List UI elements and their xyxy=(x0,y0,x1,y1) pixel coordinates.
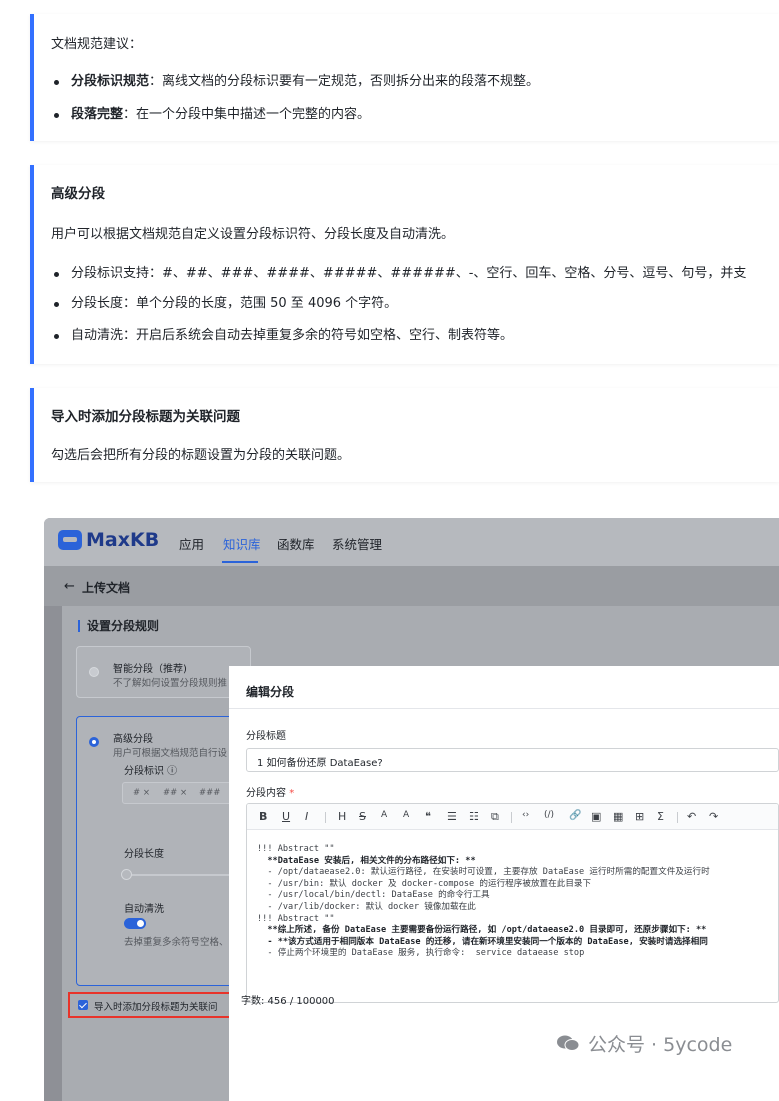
tip-list-item: 分段长度：单个分段的长度，范围 50 至 4096 个字符。 xyxy=(51,295,397,313)
seg-len-slider-handle[interactable] xyxy=(121,869,132,880)
undo-icon[interactable]: ↶ xyxy=(687,810,696,823)
content-line: - /usr/local/bin/dectl: DataEase 的命令行工具 xyxy=(257,890,490,901)
radio-on[interactable] xyxy=(89,737,99,747)
option-sub: 不了解如何设置分段规则推 xyxy=(113,678,228,689)
content-line: - 停止两个环境里的 DataEase 服务, 执行命令: service da… xyxy=(257,948,585,959)
subscript-icon[interactable]: A xyxy=(403,810,409,820)
heading-icon[interactable]: H xyxy=(338,810,346,823)
table-icon[interactable]: ▦ xyxy=(613,810,623,823)
import-title-checkbox[interactable] xyxy=(78,1000,88,1010)
option-title: 智能分段（推荐) xyxy=(113,664,187,675)
top-nav-bar: MaxKB 应用 知识库 函数库 系统管理 xyxy=(44,518,779,566)
content-line: - **该方式适用于相同版本 DataEase 的迁移, 请在新环境里安装同一个… xyxy=(257,936,708,947)
checkbox-label[interactable]: 导入时添加分段标题为关联问 xyxy=(94,999,218,1013)
image-icon[interactable]: ▣ xyxy=(591,810,601,823)
dialog-title: 编辑分段 xyxy=(246,685,295,699)
seg-len-label: 分段长度 xyxy=(124,849,164,860)
brand-name: MaxKB xyxy=(86,529,160,551)
spec-suggestion-tip: 文档规范建议： 分段标识规范：离线文档的分段标识要有一定规范，否则拆分出来的段落… xyxy=(30,14,779,141)
quote-icon[interactable]: ❝ xyxy=(425,810,431,823)
copy-block-icon[interactable]: ⧉ xyxy=(491,810,499,824)
tip-list-item: 段落完整：在一个分段中集中描述一个完整的内容。 xyxy=(51,106,370,124)
advanced-segment-tip: 高级分段 用户可以根据文档规范自定义设置分段标识符、分段长度及自动清洗。 分段标… xyxy=(30,165,779,364)
option-sub: 用户可根据文档规范自行设 xyxy=(113,748,228,759)
segment-title-input[interactable]: 1 如何备份还原 DataEase? xyxy=(246,748,779,772)
import-title-tip: 导入时添加分段标题为关联问题 勾选后会把所有分段的标题设置为分段的关联问题。 xyxy=(30,388,779,482)
content-line: !!! Abstract "" xyxy=(257,844,335,854)
tag-chip[interactable]: ## × xyxy=(163,788,187,798)
item-bold: 段落完整 xyxy=(71,107,124,122)
auto-clean-label: 自动清洗 xyxy=(124,904,164,915)
wechat-icon xyxy=(557,1035,580,1051)
superscript-icon[interactable]: A xyxy=(381,810,387,820)
content-line: - /usr/bin: 默认 docker 及 docker-compose 的… xyxy=(257,878,592,889)
tag-chip[interactable]: # × xyxy=(133,788,150,798)
item-text: ：离线文档的分段标识要有一定规范，否则拆分出来的段落不规整。 xyxy=(149,74,540,89)
code-icon[interactable]: ‹› xyxy=(522,810,529,820)
title-input-value: 1 如何备份还原 DataEase? xyxy=(257,758,383,769)
import-title-checkbox-highlight: 导入时添加分段标题为关联问 xyxy=(68,992,232,1018)
unordered-list-icon[interactable]: ☰ xyxy=(447,810,457,823)
app-screenshot: MaxKB 应用 知识库 函数库 系统管理 ← 上传文档 设置分段规则 智能分段… xyxy=(44,518,779,1101)
watermark-text: 公众号 · 5ycode xyxy=(588,1034,733,1056)
diagram-icon[interactable]: ⊞ xyxy=(635,810,644,823)
content-line: - /var/lib/docker: 默认 docker 镜像加载在此 xyxy=(257,901,476,912)
ordered-list-icon[interactable]: ☷ xyxy=(469,810,479,823)
tip-heading: 导入时添加分段标题为关联问题 xyxy=(51,409,240,425)
radio-off[interactable] xyxy=(89,667,99,677)
content-line: !!! Abstract "" xyxy=(257,913,335,924)
nav-item-functions[interactable]: 函数库 xyxy=(277,534,315,553)
content-label-text: 分段内容 xyxy=(246,788,286,799)
tip-desc: 勾选后会把所有分段的标题设置为分段的关联问题。 xyxy=(51,448,351,463)
tip-desc: 用户可以根据文档规范自定义设置分段标识符、分段长度及自动清洗。 xyxy=(51,227,455,242)
tip-list-item: 自动清洗：开启后系统会自动去掉重复多余的符号如空格、空行、制表符等。 xyxy=(51,327,513,345)
word-count: 字数: 456 / 100000 xyxy=(241,996,335,1007)
required-mark: * xyxy=(289,788,295,799)
tip-intro: 文档规范建议： xyxy=(51,37,143,52)
redo-icon[interactable]: ↷ xyxy=(709,810,718,823)
auto-clean-toggle[interactable] xyxy=(124,918,146,929)
tag-chip[interactable]: ### xyxy=(199,788,220,798)
strikethrough-icon[interactable]: S xyxy=(359,810,366,823)
nav-item-knowledge[interactable]: 知识库 xyxy=(223,534,261,553)
content-line: **DataEase 安装后, 相关文件的分布路径如下: ** xyxy=(257,855,476,866)
tip-list-item: 分段标识规范：离线文档的分段标识要有一定规范，否则拆分出来的段落不规整。 xyxy=(51,73,539,91)
seg-id-select[interactable]: # × ## × ### xyxy=(122,782,232,804)
toolbar-separator xyxy=(511,812,512,823)
nav-item-system[interactable]: 系统管理 xyxy=(332,534,382,553)
divider xyxy=(229,708,779,709)
content-line: **综上所述, 备份 DataEase 主要需要备份运行路径, 如 /opt/d… xyxy=(257,925,707,936)
inline-code-icon[interactable]: (/) xyxy=(544,810,554,820)
active-tab-indicator xyxy=(222,561,258,563)
editor-content[interactable]: !!! Abstract "" **DataEase 安装后, 相关文件的分布路… xyxy=(257,844,710,960)
nav-item-apps[interactable]: 应用 xyxy=(179,534,204,553)
smart-segment-option[interactable]: 智能分段（推荐) 不了解如何设置分段规则推 xyxy=(76,646,251,698)
title-field-label: 分段标题 xyxy=(246,731,286,742)
maxkb-logo-icon xyxy=(58,530,82,550)
content-field-label: 分段内容 * xyxy=(246,784,294,799)
seg-len-slider-track[interactable] xyxy=(122,874,232,876)
back-title[interactable]: 上传文档 xyxy=(82,579,130,596)
tip-heading: 高级分段 xyxy=(51,186,105,202)
bold-icon[interactable]: B xyxy=(259,810,267,823)
editor-toolbar: B U I H S A A ❝ ☰ ☷ ⧉ ‹› (/) 🔗 ▣ ▦ ⊞ Σ ↶… xyxy=(247,804,778,830)
underline-icon[interactable]: U xyxy=(282,810,290,823)
tip-list-item: 分段标识支持：#、##、###、####、#####、######、-、空行、回… xyxy=(51,265,746,283)
seg-id-label: 分段标识 ⓘ xyxy=(124,766,178,777)
toolbar-separator xyxy=(325,812,326,823)
italic-icon[interactable]: I xyxy=(305,810,308,823)
option-title: 高级分段 xyxy=(113,734,153,745)
auto-clean-desc: 去掉重复多余符号空格、 xyxy=(124,937,229,948)
link-icon[interactable]: 🔗 xyxy=(569,810,581,821)
section-title: 设置分段规则 xyxy=(78,620,159,632)
item-bold: 分段标识规范 xyxy=(71,74,150,89)
back-bar: ← 上传文档 xyxy=(44,566,779,606)
toolbar-separator xyxy=(677,812,678,823)
formula-icon[interactable]: Σ xyxy=(657,810,664,823)
content-line: - /opt/dataease2.0: 默认运行路径, 在安装时可设置, 主要存… xyxy=(257,867,710,878)
item-text: ：在一个分段中集中描述一个完整的内容。 xyxy=(123,107,371,122)
back-arrow-icon[interactable]: ← xyxy=(64,579,75,594)
markdown-editor[interactable]: B U I H S A A ❝ ☰ ☷ ⧉ ‹› (/) 🔗 ▣ ▦ ⊞ Σ ↶… xyxy=(246,803,779,1003)
